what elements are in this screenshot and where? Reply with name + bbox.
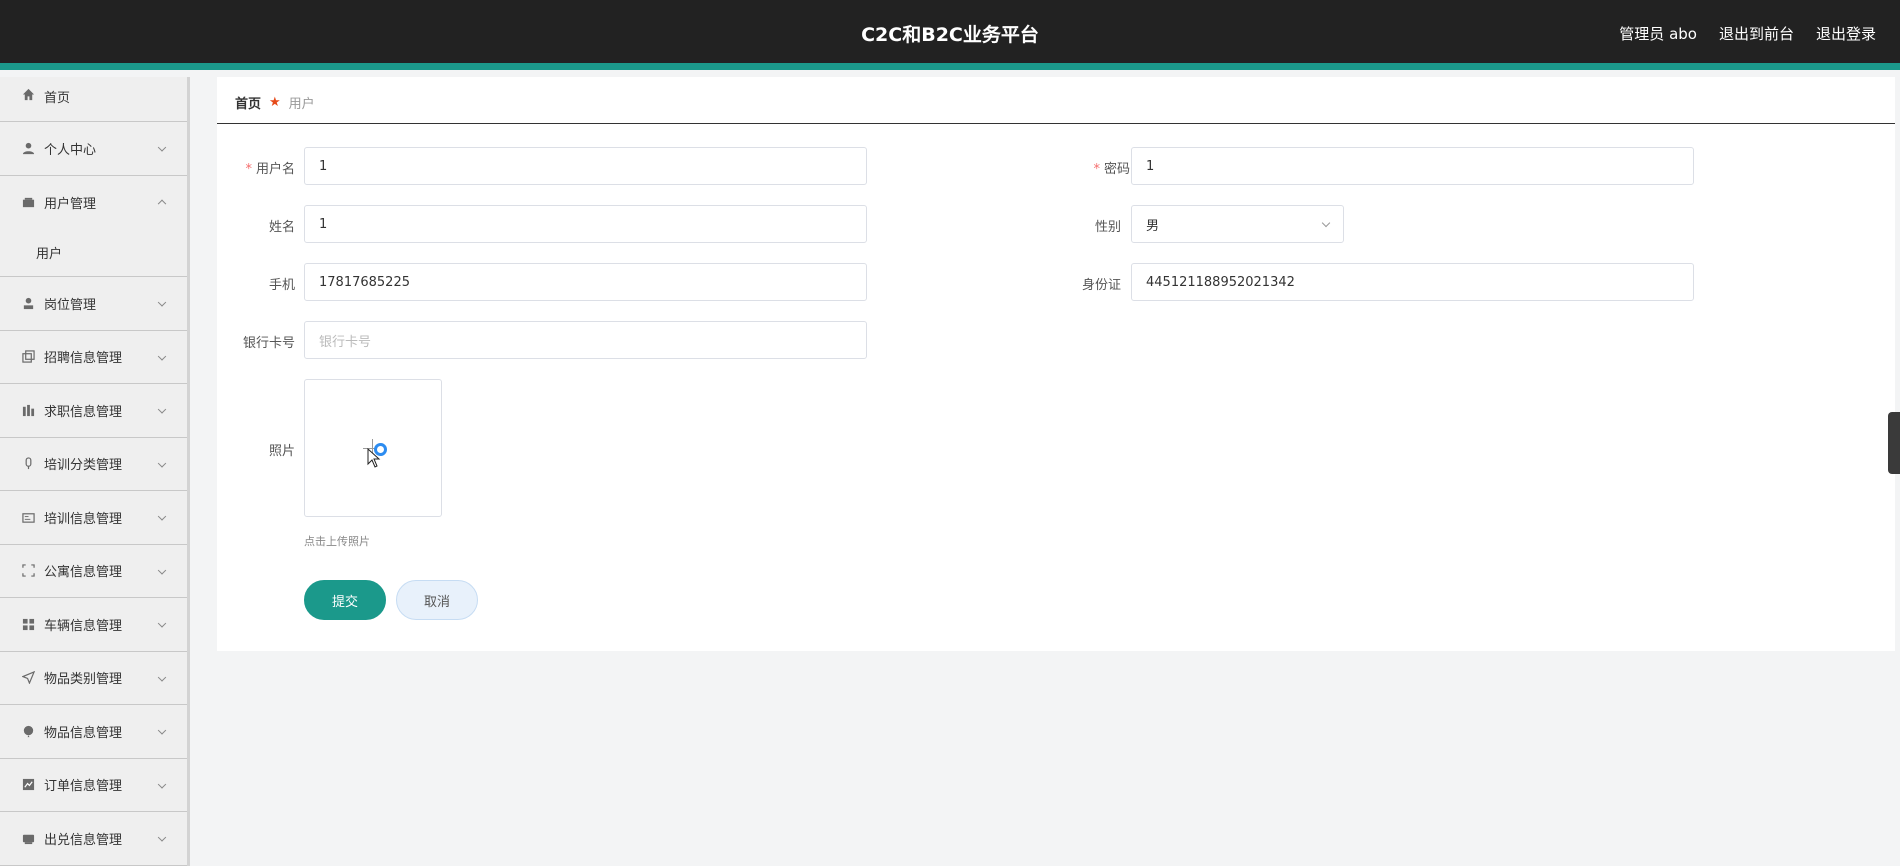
sidebar-item-label: 个人中心 xyxy=(44,142,97,158)
app-title: C2C和B2C业务平台 xyxy=(861,24,1039,46)
idcard-label: 身份证 xyxy=(1081,278,1121,293)
chevron-down-icon xyxy=(157,298,167,307)
user-icon xyxy=(21,141,35,155)
top-header: C2C和B2C业务平台 管理员 abo 退出到前台 退出登录 xyxy=(0,0,1900,70)
sidebar-item-label: 出兑信息管理 xyxy=(44,832,123,848)
bank-card-field[interactable]: 银行卡号 xyxy=(304,321,867,359)
sidebar-item-label: 首页 xyxy=(44,91,71,106)
wallet-icon xyxy=(21,195,35,209)
sidebar-item-training-category[interactable]: 培训分类管理 xyxy=(0,438,187,491)
sidebar-item-label: 订单信息管理 xyxy=(44,779,123,795)
sidebar-item-label: 培训分类管理 xyxy=(44,458,123,474)
mic-icon xyxy=(21,457,35,471)
chevron-down-icon xyxy=(157,512,167,521)
chevron-up-icon xyxy=(157,199,167,209)
chevron-down-icon xyxy=(157,833,167,842)
required-mark: * xyxy=(1093,162,1100,177)
sidebar-item-apartment[interactable]: 公寓信息管理 xyxy=(0,545,187,598)
exit-to-front-link[interactable]: 退出到前台 xyxy=(1719,23,1794,44)
name-field[interactable]: 1 xyxy=(304,205,867,243)
username-label: * 用户名 xyxy=(245,162,295,177)
sidebar-item-home[interactable]: 首页 xyxy=(0,77,187,122)
sidebar-item-label: 物品类别管理 xyxy=(44,672,123,688)
sidebar-item-label: 培训信息管理 xyxy=(44,511,123,527)
sidebar-item-label: 招聘信息管理 xyxy=(44,351,123,367)
balloon-icon xyxy=(21,724,35,738)
sidebar-item-post-management[interactable]: 岗位管理 xyxy=(0,277,187,331)
home-icon xyxy=(21,87,35,101)
password-field[interactable]: 1 xyxy=(1131,147,1694,185)
chevron-down-icon xyxy=(157,565,167,575)
breadcrumb-current: 用户 xyxy=(288,97,315,112)
photo-upload-box[interactable] xyxy=(304,379,442,517)
idcard-field[interactable]: 445121188952021342 xyxy=(1131,263,1694,301)
fullscreen-icon xyxy=(21,564,35,578)
sidebar-item-label: 求职信息管理 xyxy=(44,404,123,420)
chevron-down-icon xyxy=(157,351,167,361)
card-icon xyxy=(21,510,35,524)
stats-icon xyxy=(21,403,35,417)
sidebar-item-vehicle[interactable]: 车辆信息管理 xyxy=(0,598,187,652)
chevron-down-icon xyxy=(157,672,167,682)
sidebar-item-job-seeking[interactable]: 求职信息管理 xyxy=(0,384,187,438)
admin-user-link[interactable]: 管理员 abo xyxy=(1619,23,1697,44)
grid-icon xyxy=(21,617,35,631)
sidebar-item-label: 物品信息管理 xyxy=(44,725,123,741)
printer-icon xyxy=(21,831,35,845)
sidebar-item-label: 车辆信息管理 xyxy=(44,618,123,634)
mouse-cursor-icon xyxy=(367,448,381,468)
phone-label: 手机 xyxy=(268,278,295,293)
username-field[interactable]: 1 xyxy=(304,147,867,185)
chevron-down-icon xyxy=(157,726,167,735)
sidebar-subitem-users[interactable]: 用户 xyxy=(0,229,187,277)
breadcrumb-divider xyxy=(217,123,1895,124)
sidebar-item-goods-category[interactable]: 物品类别管理 xyxy=(0,652,187,705)
send-icon xyxy=(21,671,35,685)
chart-icon xyxy=(21,778,35,792)
chevron-down-icon xyxy=(157,143,167,152)
sidebar-item-transfer[interactable]: 出兑信息管理 xyxy=(0,812,187,866)
gender-label: 性别 xyxy=(1094,220,1121,235)
sidebar-item-orders[interactable]: 订单信息管理 xyxy=(0,759,187,812)
gender-select[interactable]: 男 xyxy=(1131,205,1344,243)
page-scrollbar-handle[interactable] xyxy=(1888,412,1900,474)
sidebar-item-label: 用户管理 xyxy=(44,196,97,212)
sidebar: 首页 个人中心 用户管理 用户 岗位管理 招聘信息管理 求职信息管理 培训分类管… xyxy=(0,77,190,866)
star-icon: ★ xyxy=(269,95,281,110)
sidebar-item-label: 岗位管理 xyxy=(44,297,97,313)
bank-card-label: 银行卡号 xyxy=(242,336,295,351)
breadcrumb: 首页 ★ 用户 xyxy=(235,93,315,112)
gender-selected-value: 男 xyxy=(1146,218,1160,234)
sidebar-item-recruitment[interactable]: 招聘信息管理 xyxy=(0,331,187,384)
main-panel: 首页 ★ 用户 * 用户名 1 * 密码 1 姓名 1 性别 男 手机 178176… xyxy=(217,77,1895,651)
photo-label: 照片 xyxy=(268,444,295,459)
name-label: 姓名 xyxy=(268,220,295,235)
submit-button[interactable]: 提交 xyxy=(304,580,386,620)
chevron-down-icon xyxy=(1321,218,1331,228)
sidebar-item-personal-center[interactable]: 个人中心 xyxy=(0,122,187,176)
sidebar-item-training-info[interactable]: 培训信息管理 xyxy=(0,491,187,545)
password-label: * 密码 xyxy=(1093,162,1130,177)
sidebar-item-label: 公寓信息管理 xyxy=(44,565,123,581)
chevron-down-icon xyxy=(157,405,167,414)
copy-icon xyxy=(21,350,35,364)
chevron-down-icon xyxy=(157,779,167,789)
chevron-down-icon xyxy=(157,458,167,468)
logout-link[interactable]: 退出登录 xyxy=(1816,23,1876,44)
required-mark: * xyxy=(245,162,252,177)
sidebar-item-goods-info[interactable]: 物品信息管理 xyxy=(0,705,187,759)
phone-field[interactable]: 17817685225 xyxy=(304,263,867,301)
cancel-button[interactable]: 取消 xyxy=(396,580,478,620)
person-icon xyxy=(21,296,35,310)
upload-tip: 点击上传照片 xyxy=(304,535,370,548)
chevron-down-icon xyxy=(157,619,167,628)
sidebar-item-user-management[interactable]: 用户管理 xyxy=(0,176,187,230)
breadcrumb-home[interactable]: 首页 xyxy=(235,93,261,112)
header-nav: 管理员 abo 退出到前台 退出登录 xyxy=(1619,23,1876,44)
